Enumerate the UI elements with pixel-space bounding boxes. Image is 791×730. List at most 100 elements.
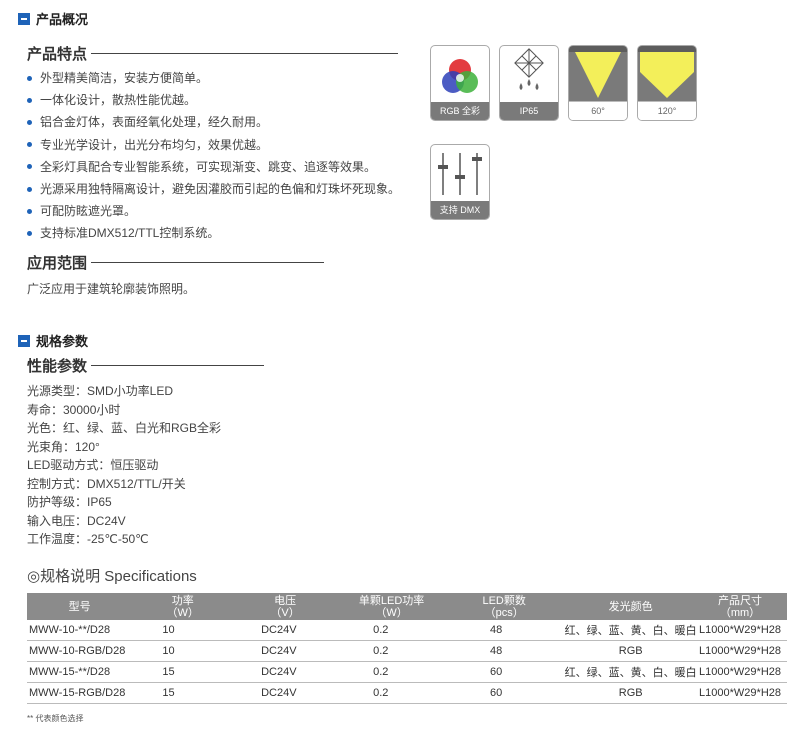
bullet-icon (27, 142, 32, 148)
cell-voltage: DC24V (233, 661, 338, 683)
header-size: 产品尺寸 （mm） (699, 593, 787, 620)
param-line: 光色：红、绿、蓝、白光和RGB全彩 (27, 421, 222, 435)
list-item: 可配防眩遮光罩。 (27, 200, 400, 222)
cell-led-power: 0.2 (337, 640, 447, 662)
performance-heading: 性能参数 (27, 355, 265, 376)
cell-size: L1000*W29*H28 (699, 620, 787, 641)
divider-line (91, 53, 399, 54)
header-power: 功率 （W） (132, 593, 234, 620)
list-item: 光源采用独特隔离设计，避免因灌胶而引起的色偏和灯珠坏死现象。 (27, 178, 400, 200)
cell-power: 10 (132, 620, 234, 641)
cell-led-count: 48 (446, 640, 563, 662)
cell-led-power: 0.2 (337, 661, 447, 683)
collapse-icon[interactable] (18, 334, 30, 347)
cell-voltage: DC24V (233, 640, 338, 662)
header-led-power: 单颗LED功率 （W） (337, 593, 447, 620)
bullet-icon (27, 186, 32, 192)
table-row: MWW-10-**/D28 10 DC24V 0.2 48 红、绿、蓝、黄、白、… (27, 620, 787, 641)
cell-model: MWW-10-**/D28 (27, 620, 133, 641)
divider-line (91, 365, 265, 366)
param-line: 防护等级：IP65 (27, 495, 112, 509)
table-footnote: ** 代表颜色选择 (27, 714, 84, 723)
header-color: 发光颜色 (562, 593, 700, 620)
table-row: MWW-10-RGB/D28 10 DC24V 0.2 48 RGB L1000… (27, 640, 787, 662)
application-title: 应用范围 (27, 255, 88, 272)
beam-60-badge: 60° (568, 45, 628, 121)
cell-model: MWW-15-**/D28 (27, 661, 133, 683)
bullet-icon (27, 119, 32, 125)
param-line: 输入电压：DC24V (27, 513, 126, 528)
cell-led-power: 0.2 (337, 682, 447, 704)
param-line: 寿命：30000小时 (27, 402, 121, 417)
cell-model: MWW-10-RGB/D28 (27, 640, 133, 662)
list-item: 铝合金灯体，表面经氧化处理，经久耐用。 (27, 111, 400, 133)
bullet-icon (27, 75, 32, 81)
param-line: 光源类型：SMD小功率LED (27, 384, 174, 398)
features-heading: 产品特点 (27, 43, 399, 64)
header-model: 型号 (27, 593, 133, 620)
waterproof-icon (514, 48, 544, 90)
ip65-label: IP65 (500, 102, 558, 120)
cell-power: 15 (132, 682, 234, 704)
param-line: 控制方式：DMX512/TTL/开关 (27, 476, 186, 491)
param-line: 光束角：120° (27, 439, 100, 454)
bullet-icon (27, 97, 32, 103)
features-list: 外型精美简洁，安装方便简单。 一体化设计，散热性能优越。 铝合金灯体，表面经氧化… (27, 67, 400, 245)
beam-angle-120-icon (638, 46, 696, 102)
cell-voltage: DC24V (233, 682, 338, 704)
cell-led-count: 60 (446, 682, 563, 704)
cell-model: MWW-15-RGB/D28 (27, 682, 133, 704)
application-text: 广泛应用于建筑轮廓装饰照明。 (27, 282, 196, 296)
cell-size: L1000*W29*H28 (699, 682, 787, 704)
spec-table: 型号 功率 （W） 电压 （V） 单颗LED功率 （W） LED颗数 （pcs） 发光颜… (27, 593, 787, 704)
table-row: MWW-15-**/D28 15 DC24V 0.2 60 红、绿、蓝、黄、白、… (27, 661, 787, 683)
performance-list: 光源类型：SMD小功率LED 寿命：30000小时 光色：红、绿、蓝、白光和RG… (27, 382, 221, 549)
dmx-label: 支持 DMX (431, 201, 489, 219)
list-item: 专业光学设计，出光分布均匀，效果优越。 (27, 134, 400, 156)
cell-color: RGB (562, 682, 700, 704)
dmx-badge: 支持 DMX (430, 144, 490, 220)
cell-color: 红、绿、蓝、黄、白、暖白 (562, 661, 700, 683)
list-item: 一体化设计，散热性能优越。 (27, 89, 400, 111)
header-led-count: LED颗数 （pcs） (446, 593, 563, 620)
divider-line (91, 262, 325, 263)
specs-title: 规格参数 (36, 334, 89, 349)
param-line: LED驱动方式：恒压驱动 (27, 458, 159, 472)
cell-color: RGB (562, 640, 700, 662)
bullet-icon (27, 164, 32, 170)
overview-heading: 产品概况 (18, 9, 88, 28)
table-header-row: 型号 功率 （W） 电压 （V） 单颗LED功率 （W） LED颗数 （pcs） 发光颜… (27, 593, 787, 620)
cell-size: L1000*W29*H28 (699, 640, 787, 662)
header-voltage: 电压 （V） (233, 593, 338, 620)
list-item: 支持标准DMX512/TTL控制系统。 (27, 222, 400, 244)
rgb-circles-icon (442, 59, 478, 93)
beam-60-label: 60° (569, 101, 627, 120)
beam-120-badge: 120° (637, 45, 697, 121)
cell-size: L1000*W29*H28 (699, 661, 787, 683)
list-item: 外型精美简洁，安装方便简单。 (27, 67, 400, 89)
application-heading: 应用范围 (27, 252, 325, 273)
features-title: 产品特点 (27, 46, 88, 63)
cell-led-count: 60 (446, 661, 563, 683)
spec-table-title: ◎规格说明 Specifications (27, 568, 197, 585)
cell-color: 红、绿、蓝、黄、白、暖白 (562, 620, 700, 641)
cell-led-count: 48 (446, 620, 563, 641)
cell-voltage: DC24V (233, 620, 338, 641)
overview-title: 产品概况 (36, 12, 89, 27)
table-row: MWW-15-RGB/D28 15 DC24V 0.2 60 RGB L1000… (27, 682, 787, 704)
ip65-badge: IP65 (499, 45, 559, 121)
bullet-icon (27, 230, 32, 236)
specs-heading: 规格参数 (18, 331, 88, 350)
rgb-label: RGB 全彩 (431, 102, 489, 120)
list-item: 全彩灯具配合专业智能系统，可实现渐变、跳变、追逐等效果。 (27, 156, 400, 178)
beam-120-label: 120° (638, 101, 696, 120)
collapse-icon[interactable] (18, 12, 30, 25)
beam-angle-60-icon (569, 46, 627, 102)
cell-led-power: 0.2 (337, 620, 447, 641)
performance-title: 性能参数 (27, 358, 88, 375)
param-line: 工作温度：-25℃-50℃ (27, 532, 149, 546)
cell-power: 10 (132, 640, 234, 662)
rgb-color-badge: RGB 全彩 (430, 45, 490, 121)
dmx-slider-icon (438, 153, 482, 195)
bullet-icon (27, 208, 32, 214)
